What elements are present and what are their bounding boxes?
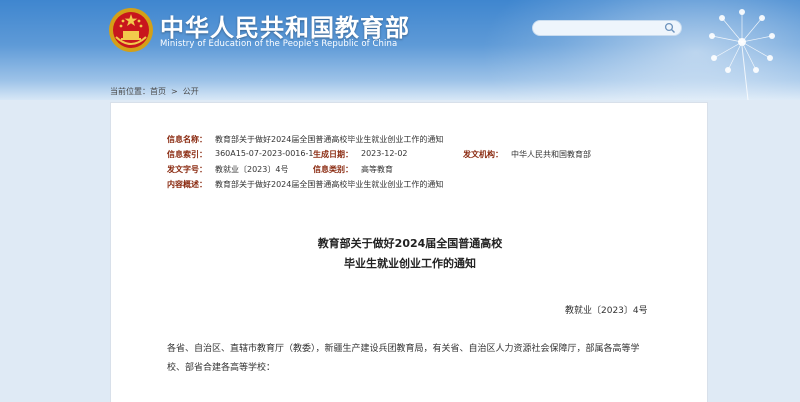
search-box[interactable] [532, 20, 682, 40]
meta-row-docno: 发文字号： 教就业〔2023〕4号 信息类别： 高等教育 [167, 164, 687, 179]
search-icon[interactable] [664, 22, 676, 34]
search-input[interactable] [533, 26, 679, 40]
breadcrumb-prefix: 当前位置： [110, 87, 150, 96]
meta-value-date: 2023-12-02 [361, 149, 408, 158]
meta-label-summary: 内容概述： [167, 180, 207, 189]
site-banner: 中华人民共和国教育部 Ministry of Education of the … [0, 0, 800, 100]
meta-value-docno: 教就业〔2023〕4号 [215, 165, 289, 174]
meta-label-docno: 发文字号： [167, 165, 207, 174]
meta-label-issuer: 发文机构： [463, 150, 503, 159]
national-emblem-icon[interactable] [108, 7, 154, 53]
dandelion-icon [709, 9, 775, 100]
metadata-table: 信息名称： 教育部关于做好2024届全国普通高校毕业生就业创业工作的通知 信息索… [167, 134, 687, 194]
site-subtitle: Ministry of Education of the People's Re… [160, 39, 398, 49]
meta-value-issuer: 中华人民共和国教育部 [511, 150, 591, 159]
breadcrumb-separator: > [171, 87, 178, 96]
document-number: 教就业〔2023〕4号 [565, 306, 648, 316]
article-salutation: 各省、自治区、直辖市教育厅（教委），新疆生产建设兵团教育局，有关省、自治区人力资… [167, 344, 640, 373]
meta-value-category: 高等教育 [361, 165, 393, 174]
meta-label-index: 信息索引： [167, 150, 207, 159]
meta-row-index: 信息索引： 360A15-07-2023-0016-1 生成日期： 2023-1… [167, 149, 687, 164]
meta-row-summary: 内容概述： 教育部关于做好2024届全国普通高校毕业生就业创业工作的通知 [167, 179, 687, 194]
article-title: 教育部关于做好2024届全国普通高校 毕业生就业创业工作的通知 [111, 234, 709, 274]
meta-value-summary: 教育部关于做好2024届全国普通高校毕业生就业创业工作的通知 [215, 180, 444, 189]
site-title[interactable]: 中华人民共和国教育部 [160, 8, 410, 43]
meta-label-date: 生成日期： [313, 150, 353, 159]
breadcrumb-link-home[interactable]: 首页 [150, 86, 166, 97]
breadcrumb: 当前位置：首页 > 公开 [110, 86, 199, 97]
meta-label-name: 信息名称： [167, 135, 207, 144]
meta-label-category: 信息类别： [313, 165, 353, 174]
meta-row-name: 信息名称： 教育部关于做好2024届全国普通高校毕业生就业创业工作的通知 [167, 134, 687, 149]
article-title-line2: 毕业生就业创业工作的通知 [344, 257, 476, 270]
article-title-line1: 教育部关于做好2024届全国普通高校 [317, 237, 503, 250]
article-panel: 信息名称： 教育部关于做好2024届全国普通高校毕业生就业创业工作的通知 信息索… [110, 102, 708, 402]
meta-value-name: 教育部关于做好2024届全国普通高校毕业生就业创业工作的通知 [215, 135, 444, 144]
meta-value-index: 360A15-07-2023-0016-1 [215, 149, 314, 158]
breadcrumb-link-public[interactable]: 公开 [183, 86, 199, 97]
